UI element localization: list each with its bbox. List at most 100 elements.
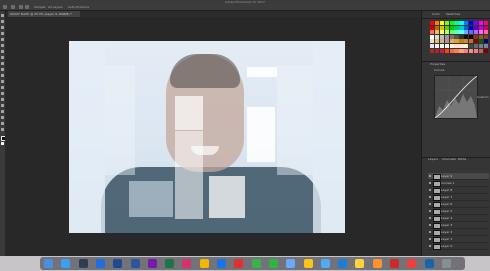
- color-swatch[interactable]: [464, 25, 469, 30]
- color-swatch[interactable]: [473, 21, 479, 25]
- color-swatch[interactable]: [469, 48, 474, 53]
- color-swatch[interactable]: [434, 34, 440, 39]
- color-swatch[interactable]: [478, 39, 484, 44]
- calendar-icon[interactable]: [234, 259, 244, 268]
- app-store-icon[interactable]: [217, 259, 226, 268]
- color-swatch[interactable]: [464, 30, 469, 35]
- healing-brush-tool-icon[interactable]: [1, 50, 4, 53]
- color-swatch[interactable]: [483, 21, 488, 25]
- safari-icon[interactable]: [61, 259, 71, 268]
- color-swatch[interactable]: [449, 43, 454, 48]
- color-swatch[interactable]: [483, 48, 488, 53]
- color-swatch[interactable]: [439, 39, 445, 44]
- maps-icon[interactable]: [251, 259, 261, 268]
- color-swatch[interactable]: [473, 43, 479, 48]
- visibility-eye-icon[interactable]: [429, 189, 431, 191]
- zoom-tool-icon[interactable]: [1, 128, 4, 131]
- color-swatch[interactable]: [444, 34, 449, 39]
- photos-icon[interactable]: [199, 259, 209, 268]
- color-swatch[interactable]: [454, 39, 459, 44]
- tab-channels[interactable]: Channels: [442, 157, 456, 162]
- color-swatch[interactable]: [439, 30, 445, 35]
- layer-row[interactable]: Layer 9: [428, 173, 489, 180]
- subtract-selection-icon[interactable]: [25, 5, 29, 9]
- color-swatch[interactable]: [434, 48, 440, 53]
- color-swatch[interactable]: [459, 21, 464, 25]
- finder-alt-icon[interactable]: [320, 259, 330, 268]
- color-swatch[interactable]: [469, 43, 474, 48]
- color-swatch[interactable]: [459, 30, 464, 35]
- color-swatch[interactable]: [459, 34, 464, 39]
- visibility-eye-icon[interactable]: [429, 203, 431, 205]
- quick-selection-tool-icon[interactable]: [1, 32, 4, 35]
- color-swatch[interactable]: [434, 43, 440, 48]
- color-swatch[interactable]: [469, 25, 474, 30]
- color-swatch[interactable]: [464, 43, 469, 48]
- notes-icon[interactable]: [355, 259, 365, 268]
- ps-alt-icon[interactable]: [424, 259, 434, 268]
- crop-tool-icon[interactable]: [1, 38, 4, 41]
- visibility-eye-icon[interactable]: [429, 210, 431, 212]
- auto-enhance-option[interactable]: Auto-Enhance: [68, 4, 89, 10]
- path-selection-tool-icon[interactable]: [1, 110, 4, 113]
- color-swatch[interactable]: [483, 34, 488, 39]
- visibility-eye-icon[interactable]: [429, 245, 431, 247]
- layer-row[interactable]: Layer 4: [428, 215, 489, 222]
- color-swatch[interactable]: [469, 21, 474, 25]
- visibility-eye-icon[interactable]: [429, 238, 431, 240]
- onenote-icon[interactable]: [147, 259, 157, 268]
- hand-tool-icon[interactable]: [1, 122, 4, 125]
- color-swatch[interactable]: [473, 39, 479, 44]
- brush-options-icon[interactable]: [11, 5, 15, 9]
- color-swatch[interactable]: [459, 39, 464, 44]
- color-swatch[interactable]: [449, 34, 454, 39]
- itunes-icon[interactable]: [182, 259, 192, 268]
- dodge-tool-icon[interactable]: [1, 92, 4, 95]
- music-icon[interactable]: [407, 259, 417, 268]
- color-swatch[interactable]: [478, 21, 484, 25]
- color-swatch[interactable]: [434, 39, 440, 44]
- layer-row[interactable]: Curves 1: [428, 180, 489, 187]
- marquee-tool-icon[interactable]: [1, 20, 4, 23]
- color-swatch[interactable]: [473, 30, 479, 35]
- color-swatch[interactable]: [478, 30, 484, 35]
- color-swatch[interactable]: [469, 30, 474, 35]
- document-canvas[interactable]: [69, 41, 345, 233]
- color-swatch[interactable]: [430, 48, 435, 53]
- color-swatch[interactable]: [478, 43, 484, 48]
- sample-all-layers-option[interactable]: All Layers: [48, 4, 63, 10]
- color-swatch[interactable]: [444, 21, 449, 25]
- move-tool-icon[interactable]: [1, 14, 4, 17]
- mail-icon[interactable]: [338, 259, 348, 268]
- messages-icon[interactable]: [268, 259, 278, 268]
- color-swatch[interactable]: [439, 43, 445, 48]
- color-swatch[interactable]: [439, 25, 445, 30]
- color-swatch[interactable]: [444, 30, 449, 35]
- color-swatch[interactable]: [473, 34, 479, 39]
- color-swatch[interactable]: [439, 21, 445, 25]
- word-icon[interactable]: [130, 259, 140, 268]
- layer-row[interactable]: Layer 2: [428, 229, 489, 236]
- color-swatch[interactable]: [430, 43, 435, 48]
- color-swatch[interactable]: [430, 30, 435, 35]
- color-swatch[interactable]: [449, 48, 454, 53]
- tab-color[interactable]: Color: [432, 12, 440, 17]
- lightroom-cc-icon[interactable]: [113, 259, 123, 268]
- color-swatch[interactable]: [454, 25, 459, 30]
- excel-icon[interactable]: [165, 259, 175, 268]
- color-swatch[interactable]: [444, 48, 449, 53]
- visibility-eye-icon[interactable]: [429, 224, 431, 226]
- tab-properties[interactable]: Properties: [430, 62, 445, 67]
- color-swatch[interactable]: [444, 39, 449, 44]
- color-swatch[interactable]: [439, 34, 445, 39]
- color-swatch[interactable]: [449, 39, 454, 44]
- color-swatch[interactable]: [469, 34, 474, 39]
- visibility-eye-icon[interactable]: [429, 182, 431, 184]
- lasso-tool-icon[interactable]: [1, 26, 4, 29]
- layer-row[interactable]: Layer 1: [428, 236, 489, 243]
- color-swatch[interactable]: [454, 30, 459, 35]
- color-swatch[interactable]: [469, 39, 474, 44]
- color-swatch[interactable]: [459, 43, 464, 48]
- color-swatch[interactable]: [459, 25, 464, 30]
- eyedropper-tool-icon[interactable]: [1, 44, 4, 47]
